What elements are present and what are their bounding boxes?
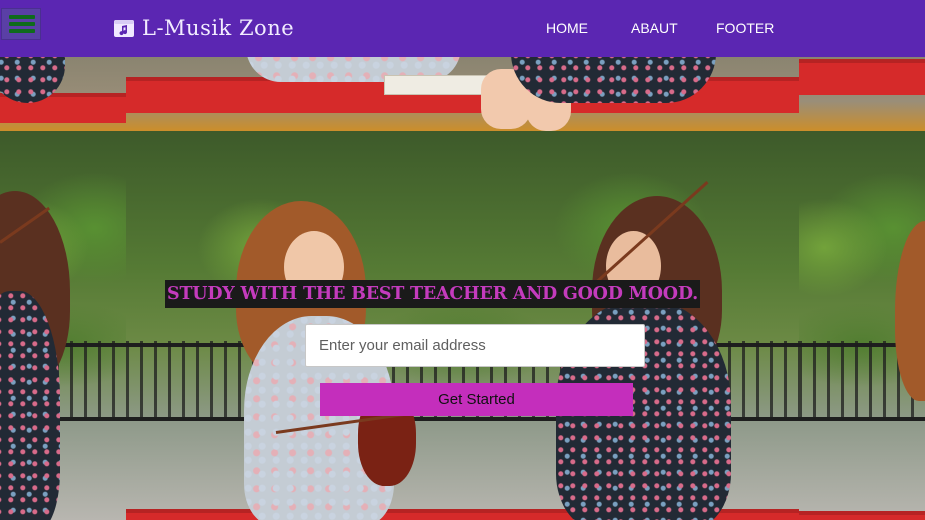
get-started-button[interactable]: Get Started [320, 383, 633, 416]
nav-link-abaut[interactable]: ABAUT [631, 20, 678, 36]
hero-headline: STUDY WITH THE BEST TEACHER AND GOOD MOO… [165, 280, 701, 308]
brand-name: L-Musik Zone [142, 16, 295, 40]
brand-logo-link[interactable]: L-Musik Zone [113, 13, 294, 43]
hero-photo-strip-top [126, 57, 799, 131]
music-folder-icon [114, 20, 134, 37]
hero-photo-side-right [799, 131, 925, 520]
nav-link-footer[interactable]: FOOTER [716, 20, 774, 36]
hamburger-menu-button[interactable] [1, 8, 41, 40]
email-input[interactable] [305, 324, 645, 367]
hero-photo-strip-top-right [799, 57, 925, 131]
hero-photo-strip-top-left [0, 57, 126, 131]
top-navbar: L-Musik Zone HOME ABAUT FOOTER [0, 0, 925, 57]
hero-photo-side-left [0, 131, 126, 520]
hamburger-icon-bar [9, 29, 35, 33]
nav-link-home[interactable]: HOME [546, 20, 588, 36]
hamburger-icon [9, 15, 35, 19]
hamburger-icon-bar [9, 22, 35, 26]
